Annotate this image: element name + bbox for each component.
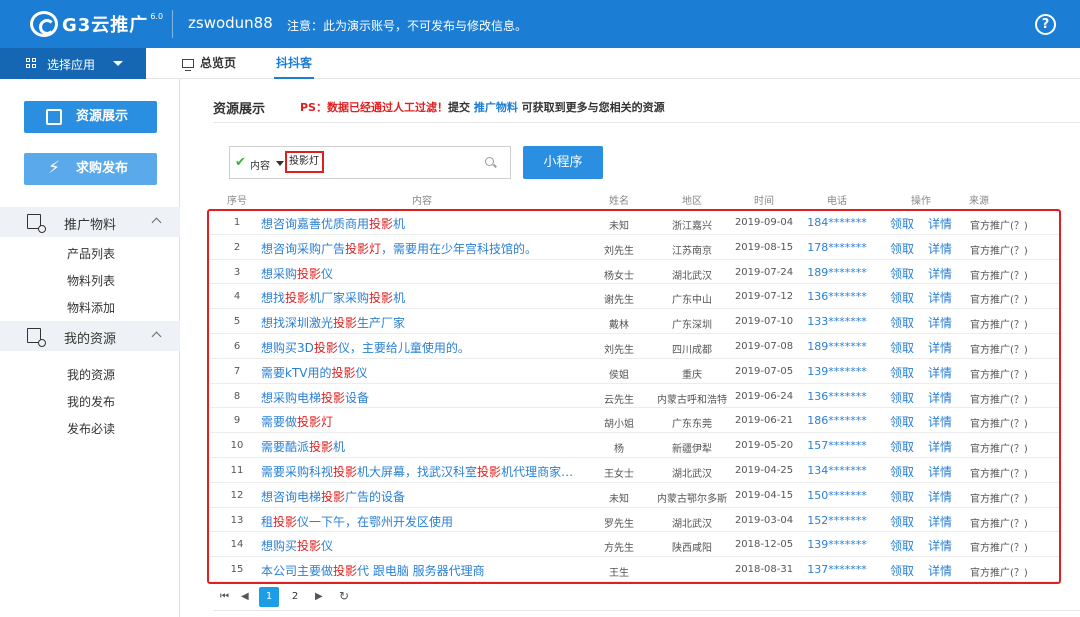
column-header-phone: 电话 [827, 196, 847, 207]
check-icon: ✔ [235, 155, 246, 170]
ps-suffix-text: 可获取到更多与您相关的资源 [517, 101, 665, 114]
logo[interactable]: G3云推广 6.0 [30, 9, 163, 39]
demo-notice: 注意：此为演示账号，不可发布与修改信息。 [287, 19, 528, 33]
page-title: 资源展示 [213, 102, 266, 117]
search-input[interactable]: 投影灯 [285, 151, 324, 173]
purchase-publish-button[interactable]: ⚡ 求购发布 [24, 153, 157, 185]
grid-icon [26, 58, 37, 69]
next-page-icon[interactable]: ▶ [315, 591, 323, 602]
document-search-icon [27, 214, 46, 233]
column-header-time: 时间 [754, 196, 774, 207]
help-icon[interactable]: ? [1035, 14, 1056, 35]
tab-doudouke[interactable]: 抖抖客 [273, 48, 315, 79]
sidebar-item-material-add[interactable]: 物料添加 [67, 299, 115, 316]
top-tabs: 总览页 抖抖客 [146, 48, 1080, 79]
column-header-no: 序号 [227, 196, 247, 207]
search-scope-select[interactable]: 内容 [250, 157, 270, 172]
purchase-publish-label: 求购发布 [76, 161, 129, 176]
column-header-action: 操作 [911, 196, 931, 207]
edit-icon [46, 109, 62, 125]
sidebar-item-material-list[interactable]: 物料列表 [67, 272, 115, 289]
bolt-icon: ⚡ [48, 158, 60, 178]
highlight-frame [207, 209, 1061, 584]
column-header-name: 姓名 [609, 196, 629, 207]
monitor-icon [182, 59, 194, 71]
sidebar-section-my-resources[interactable]: 我的资源 [0, 321, 180, 351]
top-bar: G3云推广 6.0 zswodun88 注意：此为演示账号，不可发布与修改信息。… [0, 0, 1080, 48]
caret-down-icon[interactable] [276, 161, 284, 166]
sidebar-section-promo-materials[interactable]: 推广物料 [0, 207, 180, 237]
chevron-up-icon [151, 217, 162, 228]
header-divider [172, 10, 173, 38]
app-selector[interactable]: 选择应用 [0, 48, 146, 79]
ps-submit-text: 提交 [447, 101, 474, 114]
logo-version: 6.0 [150, 11, 164, 21]
tab-overview-label: 总览页 [200, 56, 237, 70]
tab-overview[interactable]: 总览页 [182, 48, 236, 79]
caret-down-icon [113, 61, 123, 66]
table-header: 序号 内容 姓名 地区 时间 电话 操作 来源 [210, 190, 1060, 208]
prev-page-icon[interactable]: ◀ [241, 591, 249, 602]
sidebar-item-my-resources[interactable]: 我的资源 [67, 366, 115, 383]
chevron-up-icon [151, 331, 162, 342]
divider [213, 122, 1080, 123]
sidebar-item-product-list[interactable]: 产品列表 [67, 245, 115, 262]
sidebar: 资源展示 ⚡ 求购发布 推广物料 产品列表 物料列表 物料添加 我的资源 我的资… [0, 79, 180, 617]
divider [213, 610, 1080, 611]
column-header-region: 地区 [682, 196, 702, 207]
username: zswodun88 [188, 14, 273, 32]
logo-text: G3云推广 [62, 15, 149, 36]
ps-filter-text: PS：数据已经通过人工过滤！ [300, 101, 448, 114]
document-search-icon [27, 328, 46, 347]
logo-mark-icon [30, 11, 58, 37]
ps-notice: PS：数据已经通过人工过滤！提交 推广物料 可获取到更多与您相关的资源 [300, 99, 665, 115]
search-box: ✔ 内容 投影灯 [229, 146, 511, 179]
search-icon[interactable] [485, 157, 494, 166]
section-title: 推广物料 [64, 218, 117, 233]
column-header-content: 内容 [412, 196, 432, 207]
pagination: ⏮ ◀ 1 2 ▶ ↻ [213, 586, 613, 608]
mini-program-button[interactable]: 小程序 [523, 146, 603, 179]
resource-display-button[interactable]: 资源展示 [24, 101, 157, 133]
page-1[interactable]: 1 [259, 587, 279, 607]
sidebar-item-posting-guide[interactable]: 发布必读 [67, 420, 115, 437]
first-page-icon[interactable]: ⏮ [220, 591, 229, 602]
promo-material-link[interactable]: 推广物料 [474, 101, 518, 114]
refresh-icon[interactable]: ↻ [339, 589, 349, 603]
page-2[interactable]: 2 [285, 587, 305, 607]
resource-display-label: 资源展示 [76, 109, 129, 124]
section-title: 我的资源 [64, 332, 117, 347]
sidebar-item-my-posts[interactable]: 我的发布 [67, 393, 115, 410]
column-header-source: 来源 [969, 196, 989, 207]
app-selector-label: 选择应用 [47, 58, 96, 72]
